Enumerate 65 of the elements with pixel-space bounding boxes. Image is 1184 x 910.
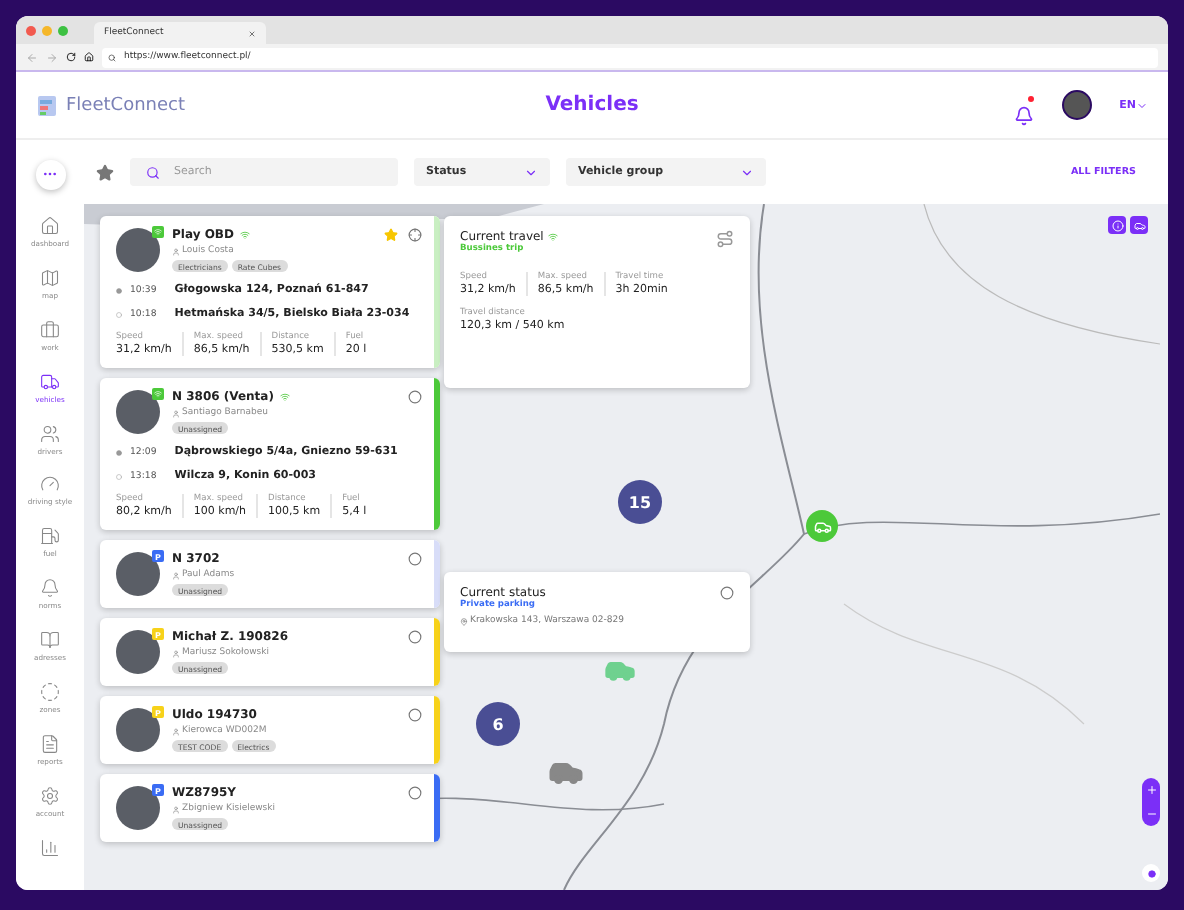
signal-icon: [279, 392, 290, 402]
target-icon[interactable]: [408, 228, 422, 242]
dashed-circle-icon: [40, 682, 60, 703]
reload-icon[interactable]: [66, 52, 76, 62]
fuel-pump-icon: [40, 526, 60, 547]
search-icon: [108, 53, 116, 61]
car-marker[interactable]: [806, 510, 838, 542]
pin-icon: [460, 617, 468, 625]
caret-icon: [524, 165, 538, 179]
truck-icon: [40, 371, 60, 392]
people-icon: [40, 423, 60, 443]
circle-icon[interactable]: [408, 390, 422, 404]
person-icon: [172, 805, 180, 813]
page-title: Vehicles: [543, 94, 641, 116]
car-icon: [813, 517, 831, 535]
person-icon: [172, 727, 180, 735]
search-icon: [146, 165, 160, 179]
document-icon: [40, 734, 60, 755]
map-icon: [40, 267, 60, 288]
dot-icon: [1147, 869, 1155, 877]
info-icon: [1111, 219, 1123, 231]
caret-icon: [740, 165, 754, 179]
gear-icon: [40, 786, 60, 807]
info-button[interactable]: [1108, 216, 1126, 234]
timeline-dot-icon: [116, 287, 122, 293]
star-icon[interactable]: [384, 228, 398, 242]
circle-icon[interactable]: [408, 786, 422, 800]
cluster-marker[interactable]: 6: [476, 702, 520, 746]
timeline-dot-icon: [116, 473, 122, 479]
gauge-icon: [40, 474, 60, 495]
circle-icon[interactable]: [408, 630, 422, 644]
minimize-dot-icon[interactable]: [42, 25, 52, 35]
circle-icon[interactable]: [408, 708, 422, 722]
timeline-dot-icon: [116, 311, 122, 317]
zoom-out-button[interactable]: [1145, 808, 1157, 820]
bar-chart-icon: [40, 838, 60, 859]
notification-bell-icon[interactable]: [1013, 105, 1034, 125]
person-icon: [172, 247, 180, 255]
location-button[interactable]: [1142, 864, 1160, 882]
logo-text: FleetConnect: [66, 95, 185, 115]
book-icon: [40, 630, 60, 651]
car-icon: [1133, 219, 1145, 231]
timeline-dot-icon: [116, 449, 122, 455]
signal-icon: [239, 230, 250, 240]
caret-icon: [1136, 99, 1148, 111]
circle-icon[interactable]: [720, 586, 734, 600]
plus-icon: [1145, 784, 1157, 796]
home-icon: [40, 215, 60, 236]
minus-icon: [1145, 808, 1157, 820]
home-icon[interactable]: [84, 52, 94, 62]
avatar[interactable]: [1061, 90, 1092, 120]
close-dot-icon[interactable]: [26, 25, 36, 35]
person-icon: [172, 649, 180, 657]
circle-icon[interactable]: [408, 552, 422, 566]
maximize-dot-icon[interactable]: [58, 25, 68, 35]
favorites-star-icon[interactable]: [96, 163, 114, 181]
zoom-in-button[interactable]: [1145, 784, 1157, 796]
car-button[interactable]: [1130, 216, 1148, 234]
cluster-marker[interactable]: 15: [618, 480, 662, 524]
person-icon: [172, 409, 180, 417]
logo-icon: [36, 93, 60, 117]
route-icon[interactable]: [716, 230, 734, 248]
bell-icon: [40, 578, 60, 599]
briefcase-icon: [40, 319, 60, 340]
person-icon: [172, 571, 180, 579]
